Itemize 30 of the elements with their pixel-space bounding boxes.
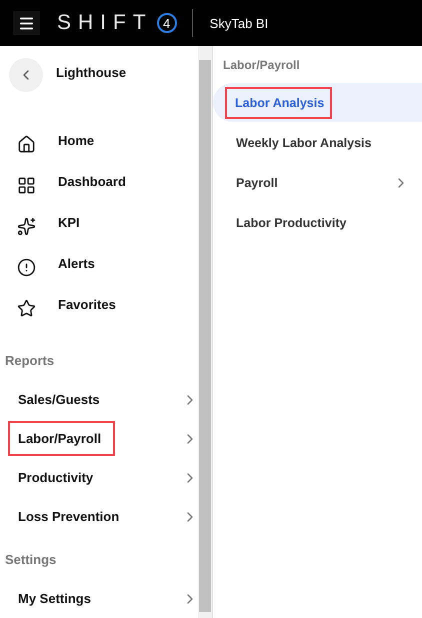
submenu-item[interactable]: Labor Analysis xyxy=(213,83,422,122)
logo-text: SHIFT xyxy=(57,11,153,35)
submenu-item[interactable]: Weekly Labor Analysis xyxy=(213,123,422,162)
section-heading: Settings xyxy=(4,551,58,569)
report-category[interactable]: Labor/Payroll xyxy=(0,419,198,458)
section-heading: Reports xyxy=(4,352,56,370)
nav-item[interactable]: Home xyxy=(0,132,198,173)
nav-item[interactable]: KPI xyxy=(0,214,198,255)
star-icon xyxy=(17,299,36,318)
nav-item[interactable]: Dashboard xyxy=(0,173,198,214)
scrollbar[interactable] xyxy=(198,46,213,618)
report-category[interactable]: Loss Prevention xyxy=(0,497,198,536)
menu-button[interactable] xyxy=(13,11,40,35)
menu-icon xyxy=(18,14,35,32)
nav-item[interactable]: Alerts xyxy=(0,255,198,296)
submenu-heading: Labor/Payroll xyxy=(222,57,301,74)
report-category[interactable]: Productivity xyxy=(0,458,198,497)
back-button[interactable] xyxy=(9,58,43,92)
home-icon xyxy=(17,135,36,154)
sparkles-icon xyxy=(17,217,36,236)
nav-item[interactable]: Favorites xyxy=(0,296,198,337)
report-category[interactable]: My Settings xyxy=(0,579,198,618)
submenu-item[interactable]: Labor Productivity xyxy=(213,203,422,242)
alert-icon xyxy=(17,258,36,277)
report-category[interactable]: Sales/Guests xyxy=(0,380,198,419)
submenu-item[interactable]: Payroll xyxy=(213,163,422,202)
app-name: SkyTab BI xyxy=(210,16,268,30)
sidebar-title: Lighthouse xyxy=(56,65,126,80)
logo-digit: 4 xyxy=(156,13,177,33)
grid-icon xyxy=(17,176,36,195)
